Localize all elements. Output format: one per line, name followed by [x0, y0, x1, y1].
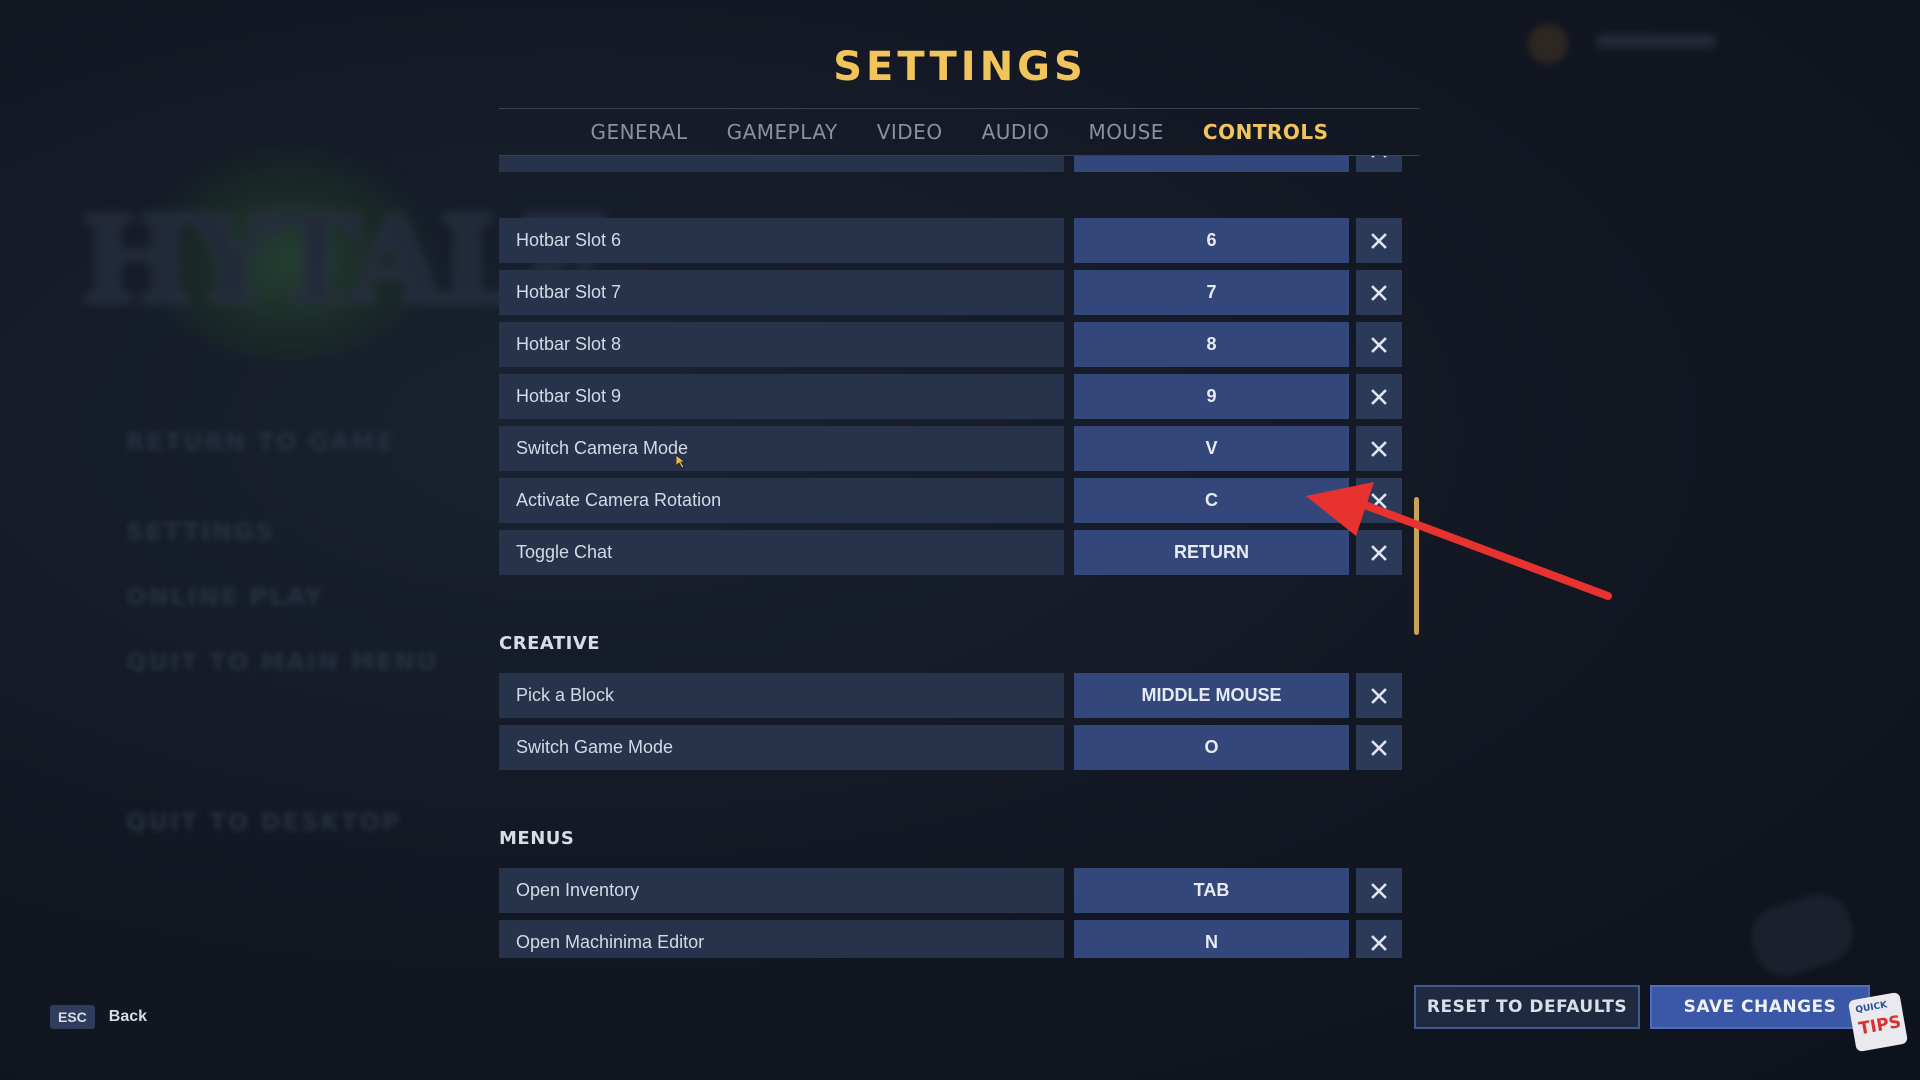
clear-binding-button[interactable]: [1356, 673, 1402, 718]
close-icon: [1371, 882, 1387, 899]
tab-audio[interactable]: AUDIO: [982, 120, 1050, 144]
close-icon: [1371, 336, 1387, 353]
watermark-line2: TIPS: [1857, 1012, 1903, 1040]
clear-binding-button[interactable]: [1356, 530, 1402, 575]
binding-row: Switch Camera Mode V: [499, 426, 1403, 471]
binding-row: Hotbar Slot 8 8: [499, 322, 1403, 367]
pause-menu-settings: SETTINGS: [126, 518, 275, 546]
pause-menu-online: ONLINE PLAY: [126, 583, 325, 611]
clear-binding-button[interactable]: [1356, 374, 1402, 419]
close-icon: [1371, 544, 1387, 561]
settings-tabs: GENERAL GAMEPLAY VIDEO AUDIO MOUSE CONTR…: [499, 108, 1420, 156]
pause-menu-quit-main: QUIT TO MAIN MENU: [126, 648, 439, 676]
close-icon: [1371, 687, 1387, 704]
close-icon: [1371, 284, 1387, 301]
binding-row: Open Inventory TAB: [499, 868, 1403, 913]
binding-row: Hotbar Slot 9 9: [499, 374, 1403, 419]
hytale-logo: HYTALE: [79, 140, 612, 360]
binding-label: Activate Camera Rotation: [499, 478, 1064, 523]
background-decoration: [1743, 886, 1861, 984]
avatar: [1528, 24, 1568, 64]
binding-key-button[interactable]: RETURN: [1074, 530, 1349, 575]
binding-key-button[interactable]: TAB: [1074, 868, 1349, 913]
close-icon: [1371, 156, 1387, 158]
binding-key-button[interactable]: 7: [1074, 270, 1349, 315]
pause-menu-quit-desktop: QUIT TO DESKTOP: [126, 808, 402, 836]
tab-controls[interactable]: CONTROLS: [1203, 120, 1329, 144]
close-icon: [1371, 934, 1387, 951]
binding-label: Hotbar Slot 5: [499, 156, 1064, 172]
binding-label: Hotbar Slot 8: [499, 322, 1064, 367]
page-title: SETTINGS: [833, 44, 1087, 90]
clear-binding-button[interactable]: [1356, 270, 1402, 315]
binding-label: Toggle Chat: [499, 530, 1064, 575]
save-changes-button[interactable]: SAVE CHANGES: [1650, 985, 1870, 1029]
binding-row: Hotbar Slot 7 7: [499, 270, 1403, 315]
binding-row: Hotbar Slot 5 5: [499, 156, 1403, 172]
player-name: [1596, 34, 1716, 48]
binding-row: Hotbar Slot 6 6: [499, 218, 1403, 263]
binding-label: Pick a Block: [499, 673, 1064, 718]
clear-binding-button[interactable]: [1356, 156, 1402, 172]
quick-tips-watermark: QUICK TIPS: [1847, 991, 1909, 1053]
binding-label: Hotbar Slot 7: [499, 270, 1064, 315]
binding-label: Hotbar Slot 9: [499, 374, 1064, 419]
scrollbar-thumb[interactable]: [1414, 497, 1419, 635]
clear-binding-button[interactable]: [1356, 426, 1402, 471]
close-icon: [1371, 232, 1387, 249]
binding-key-button[interactable]: 6: [1074, 218, 1349, 263]
binding-label: Switch Camera Mode: [499, 426, 1064, 471]
binding-key-button[interactable]: C: [1074, 478, 1349, 523]
tab-mouse[interactable]: MOUSE: [1088, 120, 1163, 144]
reset-to-defaults-button[interactable]: RESET TO DEFAULTS: [1414, 985, 1640, 1029]
player-profile: [1520, 16, 1860, 72]
close-icon: [1371, 388, 1387, 405]
close-icon: [1371, 440, 1387, 457]
binding-row: Switch Game Mode O: [499, 725, 1403, 770]
binding-row: Pick a Block MIDDLE MOUSE: [499, 673, 1403, 718]
binding-row: Activate Camera Rotation C: [499, 478, 1403, 523]
back-control[interactable]: ESC Back: [50, 1005, 147, 1029]
binding-key-button[interactable]: O: [1074, 725, 1349, 770]
clear-binding-button[interactable]: [1356, 322, 1402, 367]
tab-gameplay[interactable]: GAMEPLAY: [727, 120, 838, 144]
binding-label: Switch Game Mode: [499, 725, 1064, 770]
binding-label: Hotbar Slot 6: [499, 218, 1064, 263]
watermark-line1: QUICK: [1854, 1000, 1888, 1016]
clear-binding-button[interactable]: [1356, 725, 1402, 770]
binding-key-button[interactable]: N: [1074, 920, 1349, 958]
clear-binding-button[interactable]: [1356, 478, 1402, 523]
binding-key-button[interactable]: MIDDLE MOUSE: [1074, 673, 1349, 718]
binding-key-button[interactable]: 8: [1074, 322, 1349, 367]
close-icon: [1371, 739, 1387, 756]
close-icon: [1371, 492, 1387, 509]
binding-key-button[interactable]: 5: [1074, 156, 1349, 172]
clear-binding-button[interactable]: [1356, 920, 1402, 958]
pause-menu-return: RETURN TO GAME: [126, 428, 396, 456]
binding-row: Open Machinima Editor N: [499, 920, 1403, 958]
clear-binding-button[interactable]: [1356, 868, 1402, 913]
binding-label: Open Machinima Editor: [499, 920, 1064, 958]
mouse-cursor-icon: [676, 455, 686, 469]
binding-key-button[interactable]: 9: [1074, 374, 1349, 419]
binding-row: Toggle Chat RETURN: [499, 530, 1403, 575]
back-label: Back: [108, 1008, 148, 1025]
clear-binding-button[interactable]: [1356, 218, 1402, 263]
controls-list[interactable]: Hotbar Slot 5 5 Hotbar Slot 6 6 Hotbar S…: [499, 156, 1419, 958]
binding-label: Open Inventory: [499, 868, 1064, 913]
section-title-menus: MENUS: [499, 828, 575, 849]
tab-video[interactable]: VIDEO: [877, 120, 943, 144]
tab-general[interactable]: GENERAL: [590, 120, 687, 144]
section-title-creative: CREATIVE: [499, 633, 601, 654]
binding-key-button[interactable]: V: [1074, 426, 1349, 471]
esc-key-badge: ESC: [50, 1005, 95, 1029]
